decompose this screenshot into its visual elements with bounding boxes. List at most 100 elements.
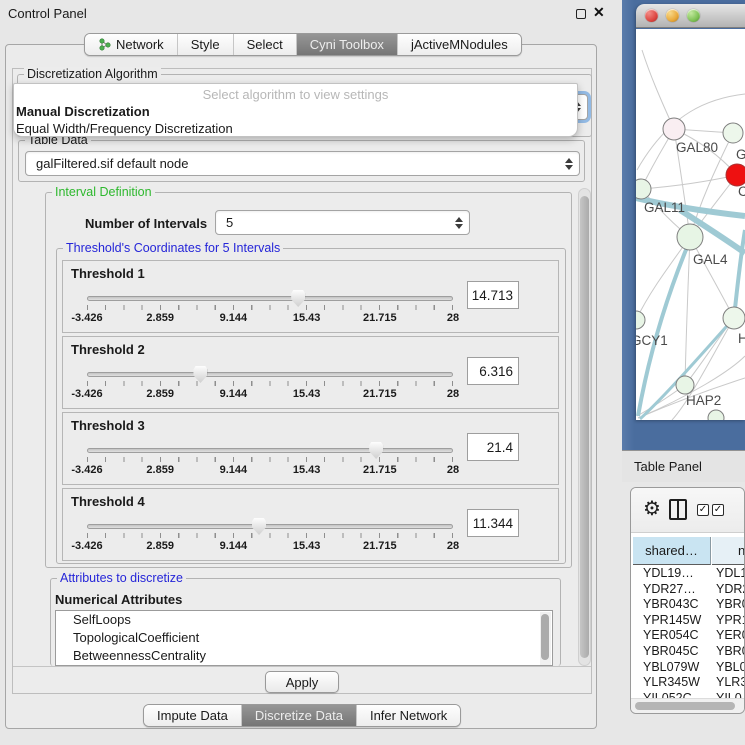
node-cut-bottom[interactable] [708, 410, 724, 420]
apply-button[interactable]: Apply [265, 671, 339, 693]
dropdown-option-equal-width[interactable]: Equal Width/Frequency Discretization [16, 121, 233, 136]
window-close-button[interactable] [645, 9, 658, 22]
slider-ticks [87, 457, 453, 462]
threshold-value-field[interactable]: 6.316 [467, 357, 519, 385]
node-red-selected[interactable] [726, 164, 745, 186]
split-view-icon[interactable] [669, 499, 687, 520]
node-gcy1[interactable] [636, 311, 645, 329]
node-gal80[interactable] [663, 118, 685, 140]
list-item[interactable]: BetweennessCentrality [56, 647, 552, 665]
node-label: GAL4 [693, 252, 728, 267]
table-data-combobox[interactable]: galFiltered.sif default node [25, 151, 580, 176]
bottom-tab-bar: Impute Data Discretize Data Infer Networ… [143, 704, 461, 727]
list-item[interactable]: SelfLoops [56, 611, 552, 629]
slider-track[interactable] [87, 372, 453, 377]
node-gal11[interactable] [636, 179, 651, 199]
network-window-titlebar[interactable] [636, 4, 745, 28]
list-scrollbar-thumb[interactable] [541, 614, 549, 660]
node-label: GAL80 [676, 140, 718, 155]
node-cut-top-right[interactable] [723, 123, 743, 143]
slider-track[interactable] [87, 448, 453, 453]
tab-network-label: Network [116, 37, 164, 52]
checkbox-icon[interactable]: ✓ [712, 504, 724, 516]
slider-ticks [87, 381, 453, 386]
threshold-value-field[interactable]: 11.344 [467, 509, 519, 537]
column-header-shared-name[interactable]: shared… [633, 537, 711, 565]
dropdown-hint: Select algorithm to view settings [14, 87, 577, 102]
slider-track[interactable] [87, 296, 453, 301]
network-canvas[interactable]: GAL80 GA C GAL11 GAL4 GCY1 H HAP2 [636, 29, 745, 420]
interval-definition-label: Interval Definition [52, 185, 155, 199]
network-icon [98, 38, 111, 51]
threshold-slider[interactable]: -3.426 2.859 9.144 15.43 21.715 28 [87, 441, 453, 483]
threshold-label: Threshold 1 [71, 266, 145, 281]
threshold-slider[interactable]: -3.426 2.859 9.144 15.43 21.715 28 [87, 365, 453, 407]
threshold-slider[interactable]: -3.426 2.859 9.144 15.43 21.715 28 [87, 517, 453, 559]
thresholds-group-label: Threshold's Coordinates for 5 Intervals [63, 241, 283, 255]
node-label: HAP2 [686, 393, 721, 408]
node-label: GCY1 [636, 333, 668, 348]
combo-stepper-icon[interactable] [565, 158, 573, 170]
table-data-value: galFiltered.sif default node [36, 156, 188, 171]
tab-cyni-toolbox[interactable]: Cyni Toolbox [297, 34, 398, 55]
tab-impute-data[interactable]: Impute Data [144, 705, 242, 726]
checkbox-icon[interactable]: ✓ [697, 504, 709, 516]
table-panel-title: Table Panel [634, 459, 702, 474]
algorithm-dropdown-popup: Select algorithm to view settings Manual… [13, 83, 578, 137]
number-of-intervals-value: 5 [226, 215, 233, 230]
combo-stepper-icon[interactable] [455, 217, 463, 229]
float-window-icon[interactable] [576, 9, 586, 19]
table-row[interactable]: YBR043CYBR0 [633, 597, 745, 613]
threshold-value-field[interactable]: 14.713 [467, 281, 519, 309]
threshold-panel: Threshold 3 -3.426 2.859 9.144 15.43 21.… [62, 412, 559, 485]
network-graph: GAL80 GA C GAL11 GAL4 GCY1 H HAP2 [636, 29, 745, 420]
slider-ticks [87, 305, 453, 310]
tab-infer-network[interactable]: Infer Network [357, 705, 460, 726]
table-toolbar: ⚙ ✓ ✓ [631, 488, 744, 533]
discretization-group-label: Discretization Algorithm [24, 67, 161, 81]
column-header-name[interactable]: na [712, 537, 745, 565]
slider-ticks [87, 533, 453, 538]
attributes-group-label: Attributes to discretize [57, 571, 186, 585]
dropdown-option-manual[interactable]: Manual Discretization [16, 104, 150, 119]
gear-icon[interactable]: ⚙ [643, 496, 661, 521]
list-item[interactable]: TopologicalCoefficient [56, 629, 552, 647]
tab-discretize-data[interactable]: Discretize Data [242, 705, 357, 726]
tab-style[interactable]: Style [178, 34, 234, 55]
table-window: ⚙ ✓ ✓ shared… na YDL19…YDL1 YDR27…YDR2 Y… [630, 487, 745, 714]
number-of-intervals-combobox[interactable]: 5 [215, 210, 470, 235]
list-scrollbar-track[interactable] [540, 612, 551, 666]
numerical-attributes-label: Numerical Attributes [55, 592, 182, 607]
close-icon[interactable]: ✕ [593, 4, 605, 21]
threshold-panel: Threshold 2 -3.426 2.859 9.144 15.43 21.… [62, 336, 559, 409]
node-gal4[interactable] [677, 224, 703, 250]
table-hscrollbar-track[interactable] [631, 698, 744, 713]
slider-track[interactable] [87, 524, 453, 529]
tab-select[interactable]: Select [234, 34, 297, 55]
threshold-label: Threshold 4 [71, 494, 145, 509]
threshold-slider[interactable]: -3.426 2.859 9.144 15.43 21.715 28 [87, 289, 453, 331]
threshold-panel: Threshold 1 -3.426 2.859 9.144 15.43 21.… [62, 260, 559, 333]
threshold-label: Threshold 3 [71, 418, 145, 433]
threshold-value-field[interactable]: 21.4 [467, 433, 519, 461]
table-row[interactable]: YDL19…YDL1 [633, 566, 745, 582]
node-h[interactable] [723, 307, 745, 329]
settings-scrollbar-thumb[interactable] [580, 196, 589, 658]
node-hap2[interactable] [676, 376, 694, 394]
table-row[interactable]: YBL079WYBL0 [633, 660, 745, 676]
table-row[interactable]: YLR345WYLR3 [633, 675, 745, 691]
node-label: GA [736, 147, 745, 162]
table-row[interactable]: YPR145WYPR1 [633, 613, 745, 629]
threshold-panel: Threshold 4 -3.426 2.859 9.144 15.43 21.… [62, 488, 559, 561]
node-label: C [738, 184, 745, 199]
table-row[interactable]: YER054CYER0 [633, 628, 745, 644]
tab-network[interactable]: Network [85, 34, 178, 55]
table-row[interactable]: YDR27…YDR2 [633, 582, 745, 598]
tab-jactivemnodules[interactable]: jActiveMNodules [398, 34, 521, 55]
window-minimize-button[interactable] [666, 9, 679, 22]
window-zoom-button[interactable] [687, 9, 700, 22]
node-label: GAL11 [644, 200, 685, 215]
attributes-list[interactable]: SelfLoops TopologicalCoefficient Between… [55, 610, 553, 666]
table-hscrollbar-thumb[interactable] [635, 702, 735, 710]
table-row[interactable]: YBR045CYBR0 [633, 644, 745, 660]
